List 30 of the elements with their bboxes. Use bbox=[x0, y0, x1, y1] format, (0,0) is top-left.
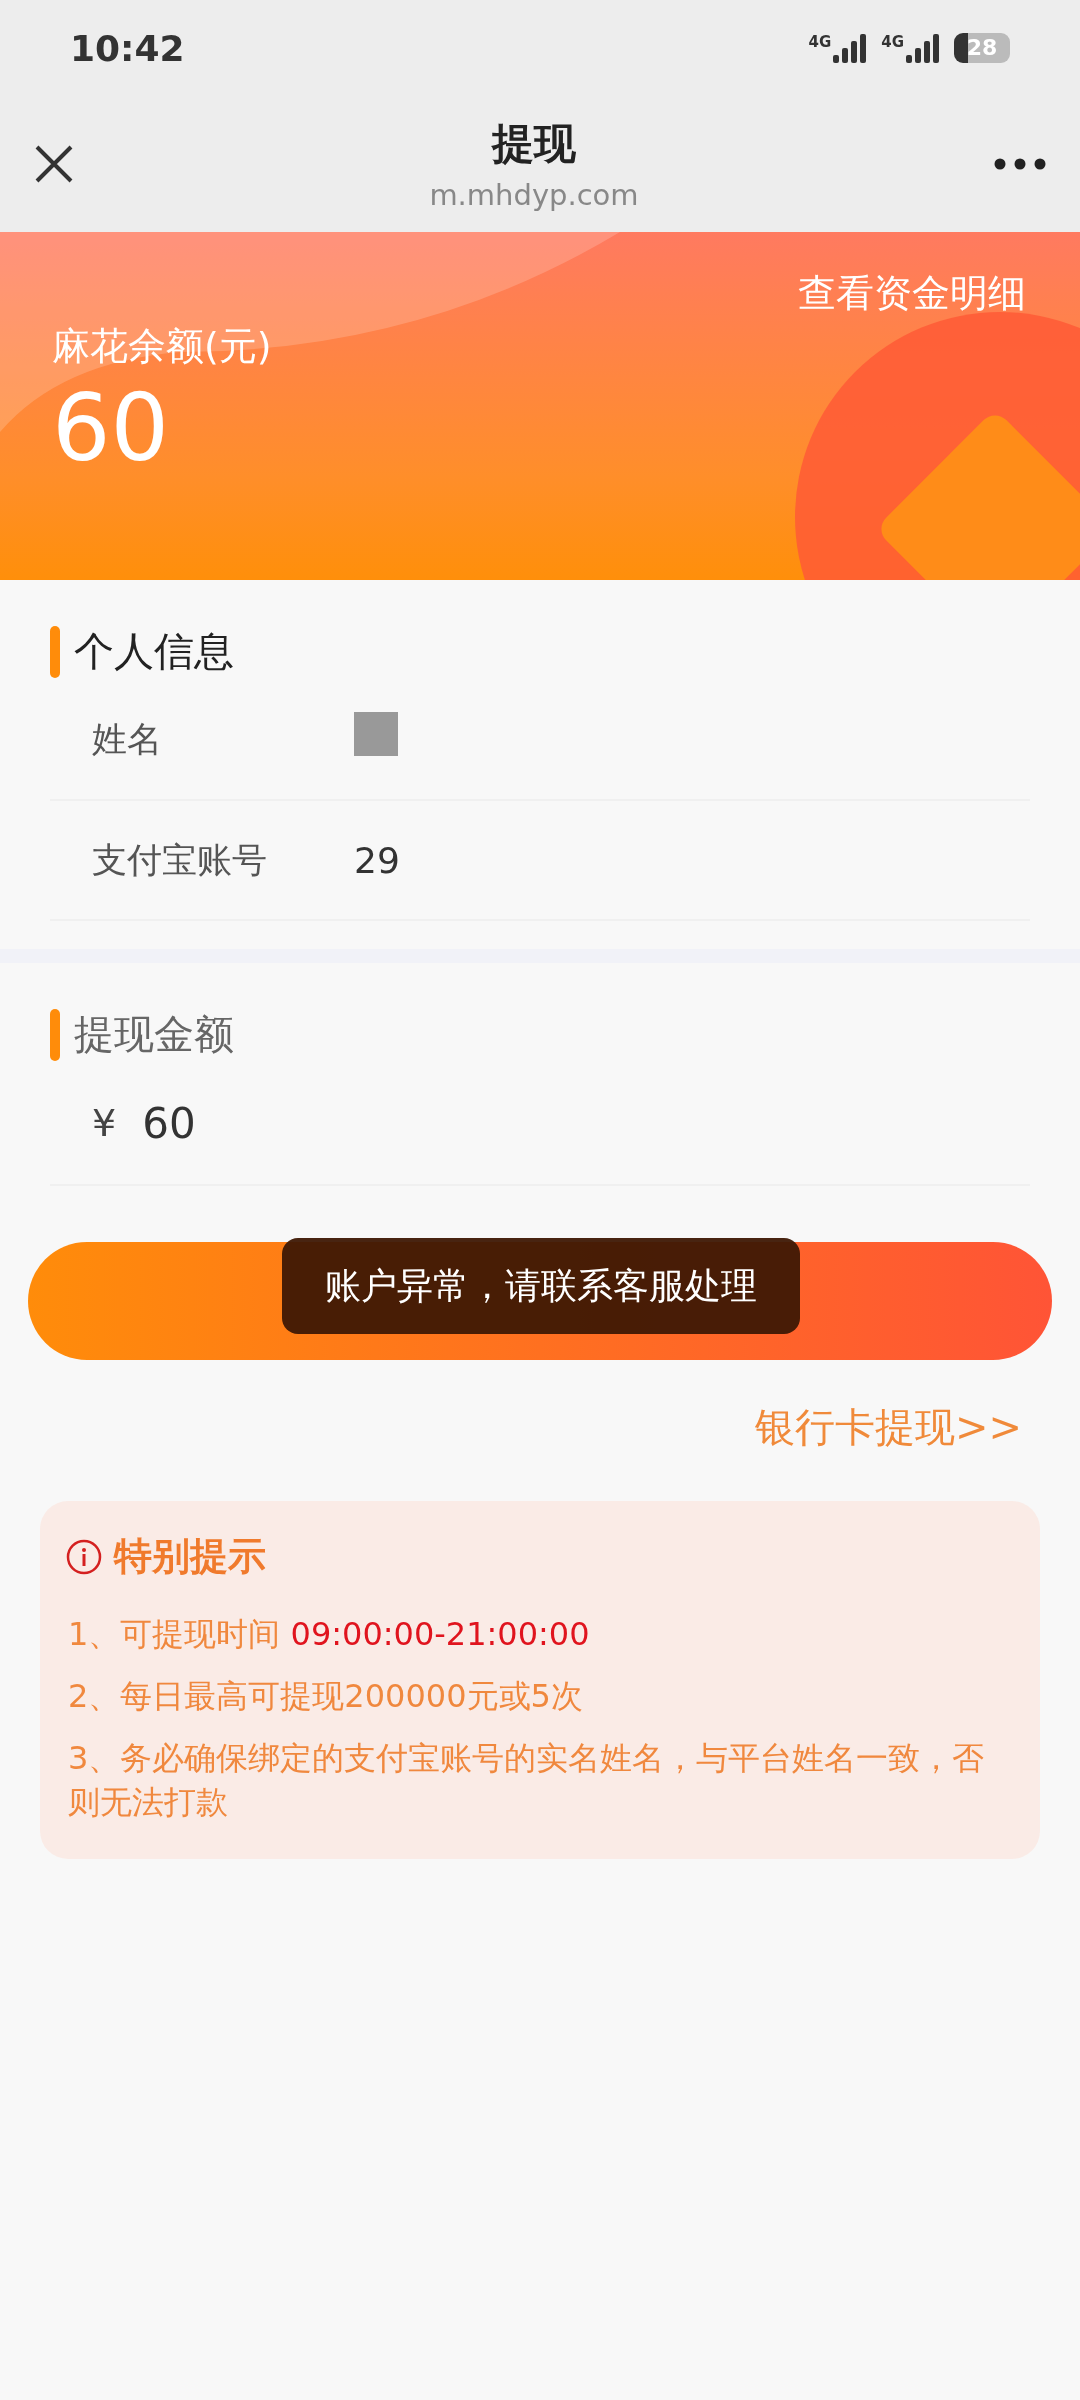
field-label: 姓名 bbox=[92, 717, 163, 761]
network-label: 4G bbox=[881, 33, 904, 51]
close-icon[interactable] bbox=[34, 144, 74, 184]
section-title: 个人信息 bbox=[74, 627, 234, 676]
field-label: 支付宝账号 bbox=[92, 838, 268, 882]
amount-field[interactable]: 60 bbox=[142, 1098, 196, 1148]
fund-details-link[interactable]: 查看资金明细 bbox=[798, 268, 1026, 319]
section-marker bbox=[50, 625, 60, 678]
currency-symbol: ¥ bbox=[92, 1101, 117, 1145]
tip-text: 2、每日最高可提现200000元或5次 bbox=[67, 1676, 584, 1718]
balance-label: 麻花余额(元) bbox=[52, 323, 273, 370]
toast-message: 账户异常，请联系客服处理 bbox=[282, 1238, 800, 1334]
tip-text: 3、务必确保绑定的支付宝账号的实名姓名，与平台姓名一致，否则无法打款 bbox=[67, 1738, 986, 1824]
tip-text: 1、可提现时间 09:00:00-21:00:00 bbox=[67, 1614, 591, 1655]
section-title: 提现金额 bbox=[74, 1010, 234, 1059]
page-title: 提现 bbox=[492, 118, 576, 170]
network-label: 4G bbox=[808, 33, 832, 51]
status-time: 10:42 bbox=[70, 27, 185, 69]
redacted-block bbox=[354, 712, 398, 756]
info-icon bbox=[66, 1538, 102, 1575]
signal-icon bbox=[906, 33, 940, 63]
tips-title: 特别提示 bbox=[114, 1533, 266, 1580]
bank-card-withdraw-link[interactable]: 银行卡提现>> bbox=[754, 1400, 1022, 1455]
section-marker bbox=[50, 1008, 60, 1061]
signal-icon bbox=[833, 33, 868, 63]
page-url: m.mhdyp.com bbox=[429, 178, 639, 212]
more-icon[interactable] bbox=[994, 158, 1046, 170]
balance-amount: 60 bbox=[52, 378, 171, 480]
field-value: 29 bbox=[354, 839, 400, 881]
battery-icon: 28 bbox=[954, 33, 1010, 63]
